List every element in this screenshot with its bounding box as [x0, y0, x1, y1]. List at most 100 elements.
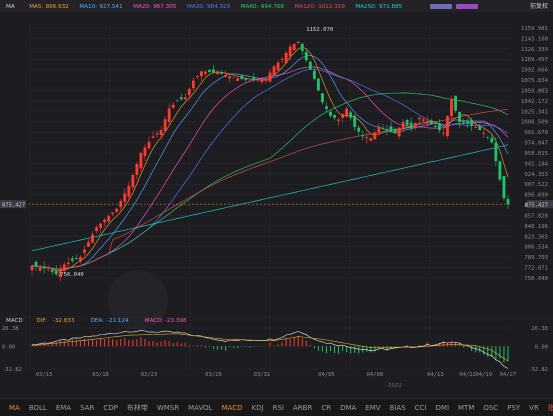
price-adjust-button: 前复权 — [530, 2, 548, 10]
price-tick-label: 924.353 — [524, 172, 548, 178]
toolbar-tab-1[interactable]: BOLL — [29, 404, 47, 412]
price-tick-label: 1075.834 — [521, 78, 549, 84]
ma-legend-value: 866.932 — [46, 4, 69, 10]
candle-body — [87, 242, 90, 247]
candle-body — [458, 111, 461, 123]
toolbar-tab-8[interactable]: MACD — [222, 404, 243, 412]
candle-body — [482, 133, 486, 135]
candle-body — [208, 69, 211, 72]
candle-body — [38, 267, 42, 271]
chart-stage: 1159.981 1143.160 1126.339 1109.497 1092.666… — [0, 0, 553, 415]
candle-body — [409, 122, 413, 129]
toolbar-tab-7[interactable]: MAVOL — [188, 404, 212, 412]
toolbar-tab-18[interactable]: MTM — [458, 404, 474, 412]
toolbar-tab-16[interactable]: CCI — [415, 404, 427, 412]
x-tick-label: 03/15 — [36, 372, 53, 378]
toolbar-tab-13[interactable]: DMA — [340, 404, 356, 412]
toolbar-tab-21[interactable]: VR — [529, 404, 539, 412]
candle-body — [220, 72, 224, 74]
price-tick-label: 789.703 — [524, 255, 548, 261]
candle-body — [462, 121, 466, 123]
price-annotation: 1152.070 — [306, 27, 333, 33]
candle-body — [341, 114, 345, 118]
candle-body — [30, 265, 34, 270]
candle-body — [66, 262, 70, 265]
candle-body — [195, 75, 199, 77]
toolbar-tab-2[interactable]: EMA — [56, 404, 71, 412]
price-tick-label: 1059.003 — [521, 88, 548, 94]
toolbar-tab-17[interactable]: DMI — [436, 404, 450, 412]
price-tick-label: 991.678 — [524, 130, 548, 136]
x-tick-label: 04/27 — [500, 372, 517, 378]
ma-legend-label: MA60: — [241, 4, 259, 10]
candle-body — [377, 127, 381, 133]
ma-legend-value: 971.885 — [379, 4, 403, 10]
toolbar-tab-4[interactable]: CDP — [103, 404, 118, 412]
candle-body — [325, 106, 328, 110]
toolbar-tab-11[interactable]: ARBR — [293, 404, 312, 412]
candle-body — [357, 127, 361, 132]
candle-body — [490, 137, 494, 143]
price-tick-label: 840.196 — [524, 224, 548, 230]
candle-body — [107, 216, 111, 222]
macd-legend-label: MACD: — [145, 318, 164, 324]
toolbar-tab-15[interactable]: BIAS — [390, 404, 406, 412]
candle-body — [381, 128, 385, 129]
kline-chart[interactable]: 1159.981 1143.160 1126.339 1109.497 1092.666… — [0, 0, 553, 398]
toolbar-tab-12[interactable]: CR — [321, 404, 331, 412]
candle-body — [74, 257, 78, 259]
candle-body — [450, 99, 453, 117]
candle-body — [296, 41, 300, 44]
candle-body — [147, 141, 151, 149]
candle-body — [212, 69, 215, 73]
candle-body — [369, 138, 373, 141]
candle-body — [470, 120, 474, 126]
candle-body — [224, 75, 228, 77]
candle-body — [413, 122, 417, 127]
candle-body — [131, 174, 135, 188]
toolbar-tab-14[interactable]: EMV — [365, 404, 380, 412]
candle-body — [79, 256, 82, 262]
candle-body — [345, 108, 349, 117]
legend-extra-swatch — [456, 4, 478, 9]
toolbar-tab-5[interactable]: 布林带 — [127, 403, 148, 413]
candle-body — [260, 79, 264, 83]
candle-body — [248, 80, 252, 82]
candle-body — [99, 223, 102, 228]
candle-body — [187, 88, 191, 95]
candle-body — [252, 77, 256, 81]
candle-body — [288, 46, 292, 57]
price-tick-label: 1025.341 — [521, 109, 548, 115]
candle-body — [284, 52, 288, 64]
candle-body — [143, 147, 147, 156]
toolbar-tab-22[interactable]: 指标管理 — [548, 403, 553, 413]
macd-legend-value: -23.398 — [165, 318, 187, 324]
toolbar-tab-9[interactable]: KDJ — [252, 404, 264, 412]
x-tick-label: 04/08 — [367, 372, 384, 378]
toolbar-tab-10[interactable]: RSI — [273, 404, 284, 412]
candle-body — [135, 163, 139, 175]
ma-legend-label: MA5: — [29, 4, 43, 10]
candle-body — [397, 127, 401, 137]
toolbar-tab-19[interactable]: OSC — [483, 404, 498, 412]
candle-body — [204, 71, 207, 74]
price-tick-label: 890.690 — [524, 193, 548, 199]
price-tick-label: 1159.981 — [521, 26, 548, 32]
candle-body — [123, 193, 127, 202]
candle-body — [454, 95, 457, 111]
macd-tick-label-right: 26.38 — [531, 326, 548, 332]
candle-body — [139, 153, 143, 169]
toolbar-tab-20[interactable]: PSY — [507, 404, 520, 412]
last-price-label-left: 875.427 — [2, 203, 25, 209]
candle-body — [127, 185, 131, 197]
candle-body — [276, 62, 280, 70]
toolbar-tab-6[interactable]: WMSR — [157, 404, 179, 412]
candle-body — [216, 72, 219, 75]
toolbar-tab-3[interactable]: SAR — [80, 404, 94, 412]
candle-body — [389, 126, 393, 132]
candle-body — [446, 116, 449, 137]
candle-body — [256, 79, 260, 81]
macd-legend-label: MACD — [6, 318, 23, 324]
toolbar-tab-0[interactable]: MA — [9, 404, 20, 412]
ma-legend-label: MA20: — [133, 4, 151, 10]
